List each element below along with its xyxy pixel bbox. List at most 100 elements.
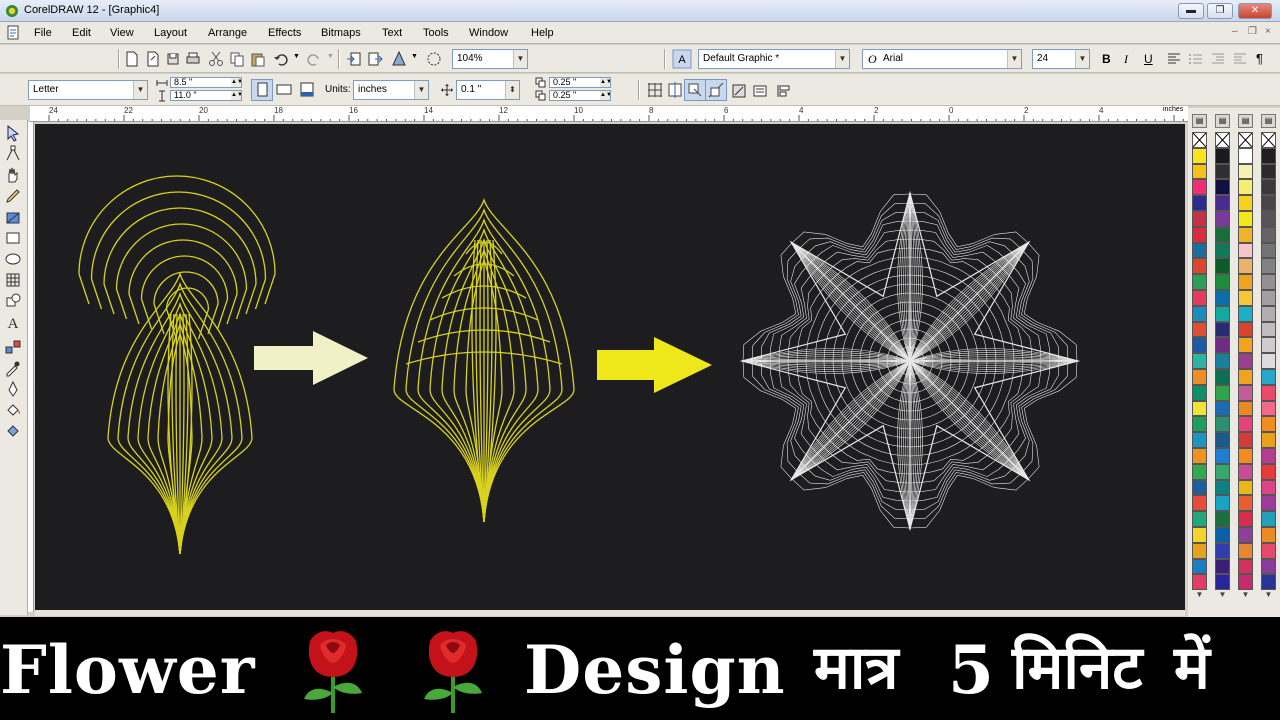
paper-size-combo[interactable]: Letter ▼ — [28, 80, 148, 100]
mdi-restore-button[interactable]: ❐ — [1248, 26, 1257, 37]
portrait-button[interactable] — [251, 79, 273, 101]
options-icon[interactable] — [752, 83, 768, 99]
color-swatch[interactable] — [1215, 258, 1230, 275]
color-swatch[interactable] — [1192, 289, 1207, 306]
menu-bitmaps[interactable]: Bitmaps — [321, 27, 361, 39]
color-swatch[interactable] — [1215, 289, 1230, 306]
color-swatch[interactable] — [1215, 526, 1230, 543]
text-tool[interactable]: A — [4, 313, 24, 332]
color-swatch[interactable] — [1238, 511, 1253, 527]
minimize-button[interactable]: ▬ — [1178, 3, 1204, 19]
graphic-style-combo[interactable]: Default Graphic * ▼ — [698, 49, 850, 69]
palette-menu-icon[interactable]: ▤ — [1261, 114, 1276, 128]
snap-to-objects-button[interactable] — [684, 79, 706, 101]
menu-window[interactable]: Window — [469, 27, 508, 39]
color-swatch[interactable] — [1192, 179, 1207, 196]
color-swatch[interactable] — [1192, 526, 1207, 543]
font-family-combo[interactable]: O Arial ▼ — [862, 49, 1022, 69]
color-swatch[interactable] — [1192, 226, 1207, 243]
underline-button[interactable]: U — [1144, 52, 1153, 66]
color-swatch[interactable] — [1261, 400, 1276, 417]
menu-effects[interactable]: Effects — [268, 27, 301, 39]
color-swatch[interactable] — [1215, 479, 1230, 496]
color-swatch[interactable] — [1261, 289, 1276, 306]
palette-menu-icon[interactable]: ▤ — [1192, 114, 1207, 128]
no-color-swatch[interactable] — [1238, 132, 1253, 148]
color-swatch[interactable] — [1238, 479, 1253, 496]
color-swatch[interactable] — [1261, 258, 1276, 275]
palette-scroll-down-icon[interactable]: ▼ — [1261, 590, 1276, 599]
bullet-list-icon[interactable] — [1188, 51, 1204, 67]
color-swatch[interactable] — [1261, 384, 1276, 401]
basic-shapes-tool[interactable] — [4, 292, 24, 310]
ellipse-tool[interactable] — [4, 250, 24, 268]
all-pages-button[interactable] — [296, 79, 318, 101]
application-launcher-icon[interactable] — [391, 51, 407, 67]
snap-to-guidelines-button[interactable] — [664, 79, 686, 101]
spin-arrows-icon[interactable]: ▲▼ — [600, 91, 610, 100]
color-swatch[interactable] — [1215, 226, 1230, 243]
color-swatch[interactable] — [1215, 147, 1230, 164]
color-swatch[interactable] — [1215, 179, 1230, 196]
color-swatch[interactable] — [1238, 574, 1253, 591]
units-combo[interactable]: inches ▼ — [353, 80, 429, 100]
indent-icon[interactable] — [1210, 51, 1226, 67]
color-swatch[interactable] — [1215, 242, 1230, 259]
corel-online-icon[interactable] — [426, 51, 442, 67]
copy-icon[interactable] — [229, 51, 245, 67]
no-color-swatch[interactable] — [1261, 132, 1276, 148]
color-swatch[interactable] — [1215, 447, 1230, 464]
color-swatch[interactable] — [1215, 574, 1230, 591]
open-icon[interactable] — [145, 51, 161, 67]
color-swatch[interactable] — [1261, 305, 1276, 322]
color-swatch[interactable] — [1238, 384, 1253, 401]
color-swatch[interactable] — [1261, 210, 1276, 227]
color-swatch[interactable] — [1238, 432, 1253, 448]
color-swatch[interactable] — [1192, 511, 1207, 527]
color-swatch[interactable] — [1215, 432, 1230, 448]
color-swatch[interactable] — [1261, 432, 1276, 448]
mdi-minimize-button[interactable]: – — [1232, 26, 1238, 37]
color-swatch[interactable] — [1261, 479, 1276, 496]
undo-icon[interactable] — [273, 51, 289, 67]
color-swatch[interactable] — [1261, 495, 1276, 512]
color-swatch[interactable] — [1215, 511, 1230, 527]
spin-arrows-icon[interactable]: ▲▼ — [600, 78, 610, 87]
color-swatch[interactable] — [1215, 416, 1230, 433]
undo-dropdown-icon[interactable]: ▼ — [293, 53, 300, 60]
color-swatch[interactable] — [1261, 574, 1276, 591]
color-swatch[interactable] — [1215, 195, 1230, 211]
right-arrow-yellow[interactable] — [597, 337, 712, 393]
color-swatch[interactable] — [1192, 574, 1207, 591]
nudge-offset-input[interactable]: 0.1 " ⬍ — [456, 80, 520, 100]
color-swatch[interactable] — [1238, 274, 1253, 290]
color-swatch[interactable] — [1261, 353, 1276, 369]
horizontal-scrollbar[interactable] — [35, 610, 1185, 616]
new-document-icon[interactable] — [124, 51, 140, 67]
paragraph-formatting-icon[interactable]: ¶ — [1256, 51, 1263, 66]
color-swatch[interactable] — [1215, 542, 1230, 559]
color-swatch[interactable] — [1192, 258, 1207, 275]
color-swatch[interactable] — [1192, 163, 1207, 180]
color-swatch[interactable] — [1261, 179, 1276, 196]
color-swatch[interactable] — [1192, 432, 1207, 448]
color-swatch[interactable] — [1238, 195, 1253, 211]
duplicate-x-input[interactable]: 0.25 " ▲▼ — [549, 77, 611, 88]
no-color-swatch[interactable] — [1192, 132, 1207, 148]
color-swatch[interactable] — [1192, 495, 1207, 512]
shape-tool[interactable] — [4, 145, 24, 163]
import-icon[interactable] — [346, 51, 362, 67]
italic-button[interactable]: I — [1124, 52, 1128, 67]
color-swatch[interactable] — [1238, 163, 1253, 180]
zoom-level-combo[interactable]: 104% ▼ — [452, 49, 528, 69]
spin-arrows-icon[interactable]: ▲▼ — [231, 78, 241, 87]
redo-icon[interactable] — [306, 51, 322, 67]
color-swatch[interactable] — [1192, 463, 1207, 480]
color-swatch[interactable] — [1238, 495, 1253, 512]
rectangle-tool[interactable] — [4, 229, 24, 247]
print-icon[interactable] — [185, 51, 201, 67]
menu-help[interactable]: Help — [531, 27, 554, 39]
menu-tools[interactable]: Tools — [423, 27, 449, 39]
page-height-input[interactable]: 11.0 " ▲▼ — [170, 90, 242, 101]
color-swatch[interactable] — [1192, 384, 1207, 401]
